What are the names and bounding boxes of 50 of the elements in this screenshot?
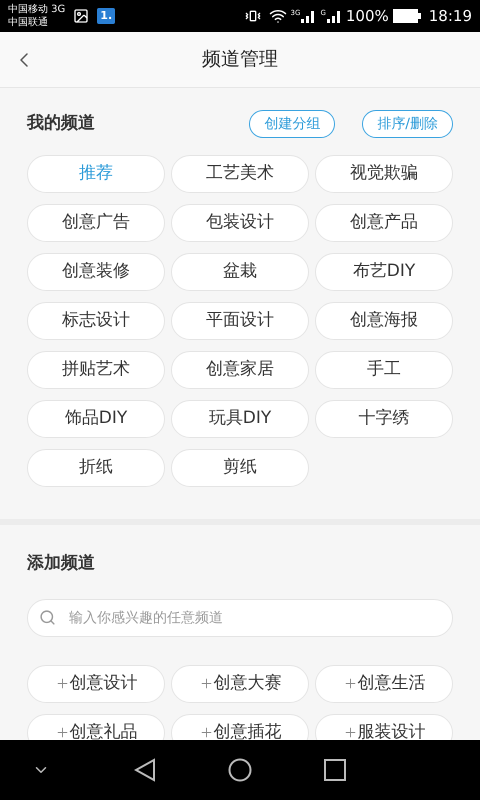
channel-chip[interactable]: 剪纸 — [171, 449, 309, 487]
carrier-name: 中国移动 3G — [8, 3, 66, 16]
home-icon[interactable] — [228, 758, 252, 782]
channel-chip[interactable]: 饰品DIY — [27, 400, 165, 438]
back-icon[interactable] — [134, 758, 156, 782]
channel-chip[interactable]: 盆栽 — [171, 253, 309, 291]
channel-chip[interactable]: 创意家居 — [171, 351, 309, 389]
channel-chip[interactable]: 包装设计 — [171, 204, 309, 242]
add-channel-chip[interactable]: 创意设计 — [27, 664, 165, 702]
page-title: 频道管理 — [202, 47, 278, 72]
channel-chip[interactable]: 工艺美术 — [171, 155, 309, 193]
channel-chip[interactable]: 布艺DIY — [315, 253, 453, 291]
channel-chip[interactable]: 手工 — [315, 351, 453, 389]
battery-percent: 100% — [346, 6, 389, 27]
plus-icon — [198, 676, 214, 691]
wifi-icon — [268, 7, 287, 25]
channel-chip[interactable]: 平面设计 — [171, 302, 309, 340]
channel-chip[interactable]: 折纸 — [27, 449, 165, 487]
plus-icon — [54, 676, 70, 691]
channel-chip[interactable]: 创意广告 — [27, 204, 165, 242]
channel-chip[interactable]: 创意产品 — [315, 204, 453, 242]
plus-icon — [342, 676, 358, 691]
vibrate-icon — [244, 8, 261, 24]
plus-icon — [54, 725, 70, 740]
image-icon — [73, 8, 90, 24]
channel-chip[interactable]: 创意装修 — [27, 253, 165, 291]
battery-icon — [392, 9, 421, 23]
plus-icon — [198, 725, 214, 740]
search-field[interactable]: 输入你感兴趣的任意频道 — [27, 598, 453, 636]
add-channel-chip[interactable]: 创意礼品 — [27, 714, 165, 740]
signal-icon — [326, 9, 342, 23]
recents-icon[interactable] — [324, 759, 346, 781]
signal-icon — [300, 9, 316, 23]
notification-badge: 1. — [97, 8, 116, 24]
channel-chip[interactable]: 创意海报 — [315, 302, 453, 340]
add-channel-chip[interactable]: 创意生活 — [315, 664, 453, 702]
channel-chip[interactable]: 标志设计 — [27, 302, 165, 340]
section-title: 添加频道 — [27, 552, 96, 575]
add-channel-chip[interactable]: 创意大赛 — [171, 664, 309, 702]
channel-chip[interactable]: 十字绣 — [315, 400, 453, 438]
section-title: 我的频道 — [27, 112, 96, 136]
add-channel-chip[interactable]: 创意插花 — [171, 714, 309, 740]
channel-chip[interactable]: 视觉欺骗 — [315, 155, 453, 193]
clock: 18:19 — [428, 6, 472, 27]
add-channel-chip[interactable]: 服装设计 — [315, 714, 453, 740]
channel-chip[interactable]: 玩具DIY — [171, 400, 309, 438]
carrier-name: 中国联通 — [8, 16, 49, 29]
search-icon — [39, 608, 56, 626]
plus-icon — [342, 725, 358, 740]
channel-chip[interactable]: 拼贴艺术 — [27, 351, 165, 389]
